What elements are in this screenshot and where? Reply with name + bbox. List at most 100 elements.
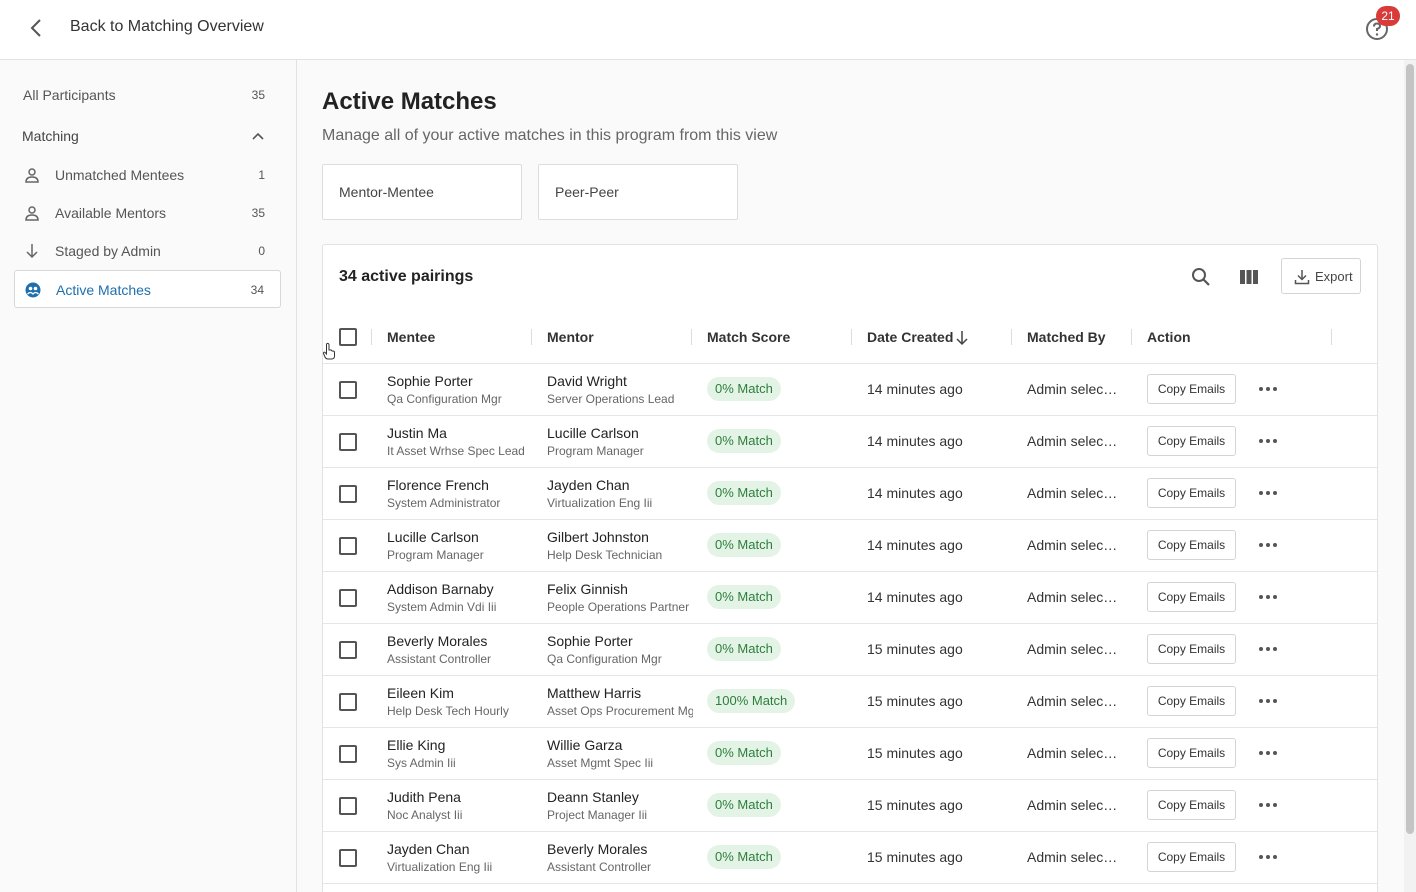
mentor-name[interactable]: Matthew Harris	[547, 685, 693, 701]
mentor-name[interactable]: Gilbert Johnston	[547, 529, 693, 545]
date-created: 15 minutes ago	[867, 745, 963, 761]
mentee-role: Virtualization Eng Iii	[387, 860, 493, 874]
mentee-name[interactable]: Eileen Kim	[387, 685, 533, 701]
mentee-name[interactable]: Sophie Porter	[387, 373, 533, 389]
mentee-name[interactable]: Florence French	[387, 477, 533, 493]
mentee-name[interactable]: Lucille Carlson	[387, 529, 533, 545]
column-divider[interactable]	[1131, 329, 1132, 345]
more-options-icon[interactable]	[1257, 378, 1279, 400]
table-title: 34 active pairings	[339, 268, 474, 285]
mentee-name[interactable]: Addison Barnaby	[387, 581, 533, 597]
mentor-role: Help Desk Technician	[547, 548, 663, 562]
match-type-peer-peer[interactable]: Peer-Peer	[538, 164, 738, 220]
column-header-mentee[interactable]: Mentee	[387, 329, 435, 345]
sidebar-item-active-matches[interactable]: Active Matches 34	[14, 270, 281, 308]
row-checkbox[interactable]	[339, 693, 357, 711]
column-divider[interactable]	[851, 329, 852, 345]
match-type-mentor-mentee[interactable]: Mentor-Mentee	[322, 164, 522, 220]
column-divider[interactable]	[531, 329, 532, 345]
column-divider[interactable]	[1011, 329, 1012, 345]
row-checkbox[interactable]	[339, 433, 357, 451]
copy-emails-button[interactable]: Copy Emails	[1147, 686, 1236, 716]
scrollbar-thumb[interactable]	[1406, 64, 1414, 834]
row-checkbox[interactable]	[339, 589, 357, 607]
main-content: Active Matches Manage all of your active…	[298, 60, 1404, 892]
copy-emails-button[interactable]: Copy Emails	[1147, 478, 1236, 508]
mentor-name[interactable]: David Wright	[547, 373, 693, 389]
copy-emails-button[interactable]: Copy Emails	[1147, 374, 1236, 404]
export-button[interactable]: Export	[1281, 258, 1361, 294]
mentee-name[interactable]: Beverly Morales	[387, 633, 533, 649]
download-icon	[1294, 270, 1310, 285]
mentor-name[interactable]: Beverly Morales	[547, 841, 693, 857]
table-row: Addison Barnaby System Admin Vdi Iii Felix…	[323, 572, 1377, 624]
matched-by: Admin selected	[1027, 641, 1119, 657]
mentee-role: Assistant Controller	[387, 652, 492, 666]
mentor-name[interactable]: Jayden Chan	[547, 477, 693, 493]
copy-emails-button[interactable]: Copy Emails	[1147, 842, 1236, 872]
copy-emails-button[interactable]: Copy Emails	[1147, 738, 1236, 768]
copy-emails-button[interactable]: Copy Emails	[1147, 426, 1236, 456]
column-header-match-score[interactable]: Match Score	[707, 329, 790, 345]
row-checkbox[interactable]	[339, 849, 357, 867]
copy-emails-button[interactable]: Copy Emails	[1147, 790, 1236, 820]
select-all-checkbox[interactable]	[339, 328, 357, 346]
more-options-icon[interactable]	[1257, 586, 1279, 608]
more-options-icon[interactable]	[1257, 794, 1279, 816]
row-checkbox[interactable]	[339, 381, 357, 399]
mentee-name[interactable]: Justin Ma	[387, 425, 533, 441]
column-header-matched-by[interactable]: Matched By	[1027, 329, 1106, 345]
table-row: Lucille Carlson Program Manager Gilbert Jo…	[323, 520, 1377, 572]
search-icon[interactable]	[1189, 265, 1213, 289]
copy-emails-button[interactable]: Copy Emails	[1147, 530, 1236, 560]
mentor-role: Assistant Controller	[547, 860, 652, 874]
mentor-name[interactable]: Felix Ginnish	[547, 581, 693, 597]
more-options-icon[interactable]	[1257, 430, 1279, 452]
match-score-badge: 0% Match	[707, 741, 781, 765]
mentor-name[interactable]: Sophie Porter	[547, 633, 693, 649]
sidebar-section-matching[interactable]: Matching	[22, 128, 79, 144]
table-row: Judith Pena Noc Analyst Iii Deann Stanley P…	[323, 780, 1377, 832]
more-options-icon[interactable]	[1257, 690, 1279, 712]
sort-descending-icon[interactable]	[955, 330, 969, 346]
row-checkbox[interactable]	[339, 485, 357, 503]
sidebar-item-staged-by-admin[interactable]: Staged by Admin 0	[14, 232, 281, 270]
chevron-left-icon[interactable]	[26, 17, 48, 39]
more-options-icon[interactable]	[1257, 638, 1279, 660]
sidebar-item-all-participants[interactable]: All Participants 35	[14, 76, 281, 114]
row-checkbox[interactable]	[339, 797, 357, 815]
row-checkbox[interactable]	[339, 641, 357, 659]
hand-cursor-icon	[322, 342, 335, 360]
column-divider[interactable]	[691, 329, 692, 345]
column-header-mentor[interactable]: Mentor	[547, 329, 594, 345]
mentee-name[interactable]: Judith Pena	[387, 789, 533, 805]
column-divider[interactable]	[371, 329, 372, 345]
sidebar-item-unmatched-mentees[interactable]: Unmatched Mentees 1	[14, 156, 281, 194]
mentor-name[interactable]: Lucille Carlson	[547, 425, 693, 441]
sidebar-item-count: 35	[251, 88, 265, 102]
row-checkbox[interactable]	[339, 745, 357, 763]
copy-emails-button[interactable]: Copy Emails	[1147, 582, 1236, 612]
mentor-name[interactable]: Willie Garza	[547, 737, 693, 753]
mentor-name[interactable]: Deann Stanley	[547, 789, 693, 805]
column-divider[interactable]	[1331, 329, 1332, 345]
mentee-name[interactable]: Jayden Chan	[387, 841, 533, 857]
mentee-name[interactable]: Ellie King	[387, 737, 533, 753]
column-header-date-created[interactable]: Date Created	[867, 329, 953, 345]
mentee-role: Program Manager	[387, 548, 484, 562]
columns-icon[interactable]	[1237, 265, 1261, 289]
more-options-icon[interactable]	[1257, 742, 1279, 764]
sidebar-item-count: 1	[258, 168, 265, 182]
more-options-icon[interactable]	[1257, 534, 1279, 556]
more-options-icon[interactable]	[1257, 482, 1279, 504]
chevron-up-icon[interactable]	[250, 128, 266, 144]
back-to-matching-overview-link[interactable]: Back to Matching Overview	[70, 18, 264, 36]
match-score-badge: 0% Match	[707, 845, 781, 869]
row-checkbox[interactable]	[339, 537, 357, 555]
sidebar: All Participants 35 Matching Unmatched M…	[0, 60, 297, 892]
scrollbar[interactable]	[1404, 60, 1416, 892]
more-options-icon[interactable]	[1257, 846, 1279, 868]
sidebar-item-available-mentors[interactable]: Available Mentors 35	[14, 194, 281, 232]
copy-emails-button[interactable]: Copy Emails	[1147, 634, 1236, 664]
sidebar-item-count: 0	[258, 244, 265, 258]
